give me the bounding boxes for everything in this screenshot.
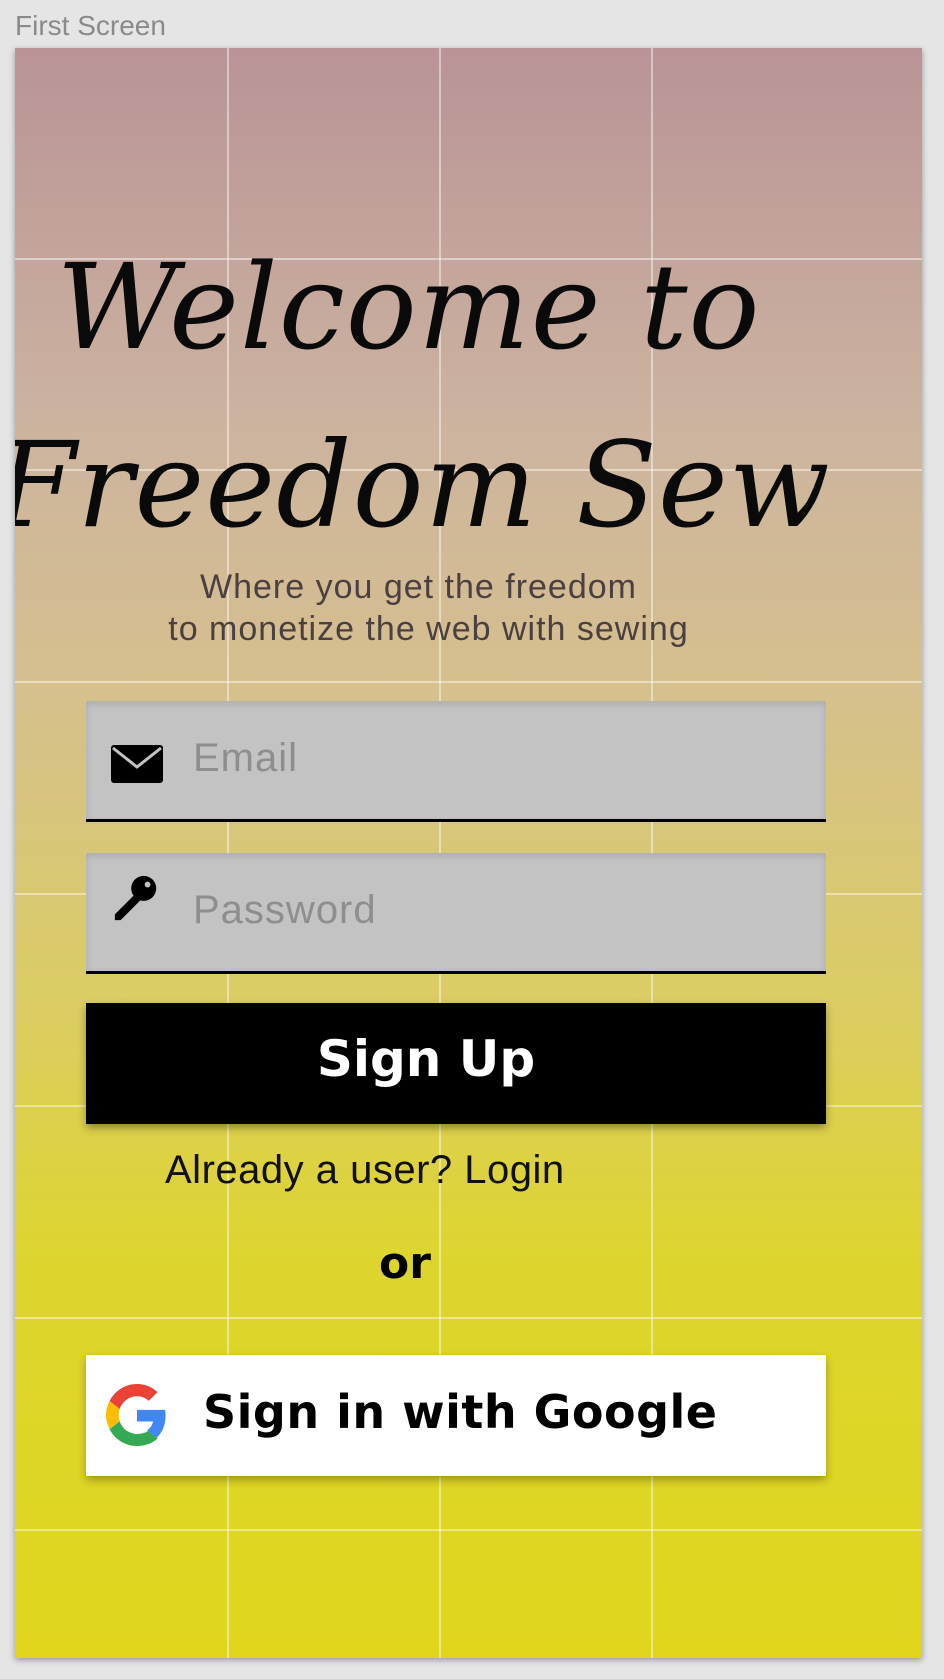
welcome-title-line1: Welcome to: [56, 238, 761, 376]
google-sign-in-button[interactable]: Sign in with Google: [86, 1355, 826, 1476]
welcome-title-line2: Freedom Sew: [15, 416, 831, 554]
sign-up-button[interactable]: Sign Up: [86, 1003, 826, 1124]
google-g-icon: [106, 1384, 166, 1446]
or-divider-label: or: [379, 1238, 431, 1289]
artboard-title: First Screen: [15, 10, 166, 41]
envelope-icon: [111, 745, 163, 783]
tagline-line2: to monetize the web with sewing: [168, 610, 689, 648]
tagline-line1: Where you get the freedom: [199, 568, 637, 606]
first-screen-artboard: Welcome to Freedom Sew Where you get the…: [15, 48, 922, 1658]
google-sign-in-label: Sign in with Google: [203, 1385, 718, 1439]
email-placeholder: Email: [193, 736, 299, 780]
email-field[interactable]: Email: [86, 701, 826, 822]
login-link[interactable]: Already a user? Login: [165, 1148, 565, 1193]
key-icon: [114, 875, 157, 921]
password-placeholder: Password: [193, 888, 377, 932]
sign-up-label: Sign Up: [316, 1029, 536, 1088]
password-field[interactable]: Password: [86, 853, 826, 974]
